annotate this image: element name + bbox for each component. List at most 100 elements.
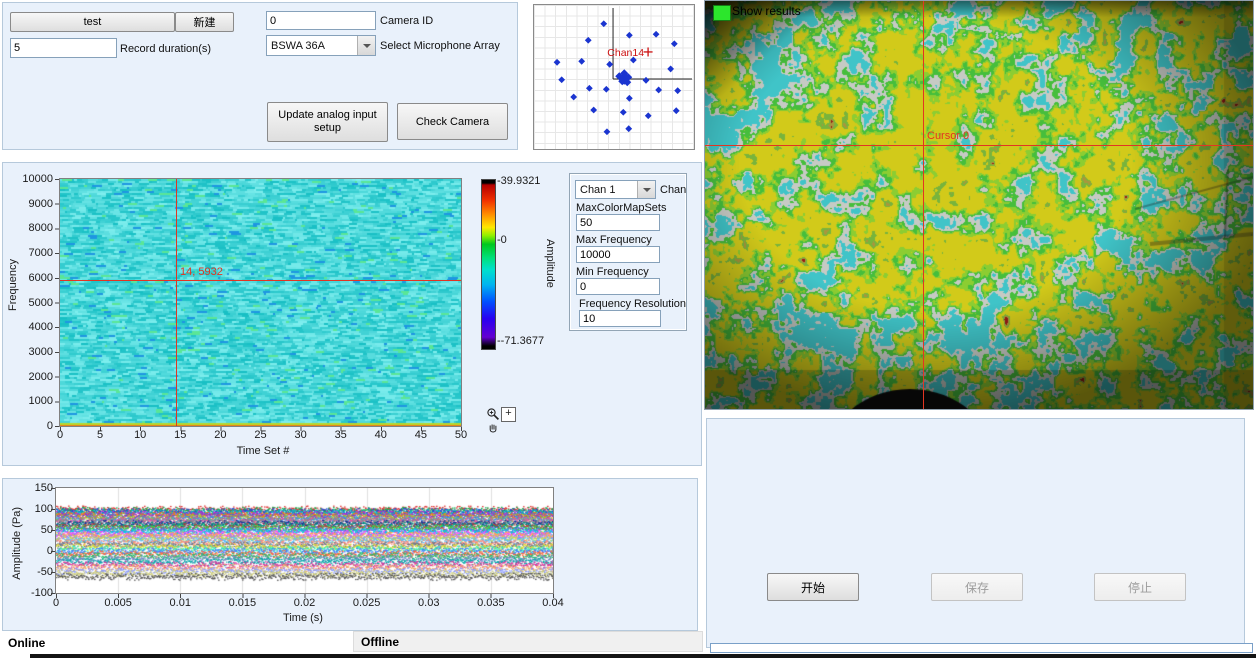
spectrogram-cursor-label: 14, 5932: [180, 266, 223, 278]
check-camera-button[interactable]: Check Camera: [397, 103, 508, 140]
mic-dot: [643, 77, 650, 84]
mic-dot: [578, 58, 585, 65]
waveform-y-tick-label: 100: [5, 503, 53, 515]
waveform-x-tick-label: 0: [28, 597, 84, 609]
mic-dot: [604, 128, 611, 135]
record-duration-input[interactable]: [10, 38, 117, 58]
mic-dot: [645, 112, 652, 119]
waveform-x-tick-label: 0.01: [152, 597, 208, 609]
chan-select[interactable]: Chan 1: [575, 180, 656, 199]
mic-dot: [600, 20, 607, 27]
chevron-down-icon[interactable]: [637, 181, 655, 198]
maxcolormapsets-input[interactable]: [576, 214, 660, 231]
mic-dot: [653, 31, 660, 38]
mic-dot: [558, 76, 565, 83]
waveform-y-tick-label: 50: [5, 524, 53, 536]
record-duration-label: Record duration(s): [120, 43, 211, 55]
camera-id-input[interactable]: [266, 11, 376, 30]
camera-cursor-hline[interactable]: [705, 145, 1253, 146]
spectrogram-y-tick-label: 9000: [5, 198, 53, 210]
mic-array-select[interactable]: BSWA 36A: [266, 35, 376, 56]
mic-dot: [585, 37, 592, 44]
waveform-x-tick-label: 0.025: [339, 597, 395, 609]
mic-array-plot: Chan14: [533, 4, 695, 150]
mic-dot: [603, 86, 610, 93]
mic-dot: [586, 85, 593, 92]
session-name-button[interactable]: test: [10, 12, 175, 32]
camera-image-canvas: [705, 1, 1253, 409]
update-analog-input-button[interactable]: Update analog input setup: [267, 102, 388, 142]
colorbar-mid-label: -0: [497, 234, 507, 246]
config-panel: test 新建 Record duration(s) Camera ID BSW…: [2, 2, 518, 150]
mic-dot: [673, 107, 680, 114]
mic-array-scatter: Chan14: [534, 5, 694, 149]
chan-select-value: Chan 1: [576, 184, 637, 196]
zoom-tool-icon[interactable]: [485, 406, 500, 421]
spectrogram-y-tick-label: 5000: [5, 297, 53, 309]
min-frequency-label: Min Frequency: [576, 266, 649, 278]
waveform-x-tick-label: 0.04: [525, 597, 581, 609]
pan-hand-icon[interactable]: [486, 421, 501, 436]
max-frequency-label: Max Frequency: [576, 234, 652, 246]
taskbar-edge: [30, 654, 1256, 658]
spectrogram-y-tick-label: 8000: [5, 222, 53, 234]
spectrogram-cursor-vline[interactable]: [176, 179, 177, 426]
camera-view: Cursor 0 Show results: [704, 0, 1254, 410]
spectrogram-settings-cluster: Chan 1 Chan MaxColorMapSets Max Frequenc…: [569, 173, 687, 331]
mic-dot: [606, 61, 613, 68]
camera-cursor-vline[interactable]: [923, 1, 924, 409]
maxcolormapsets-label: MaxColorMapSets: [576, 202, 666, 214]
spectrogram-y-tick-label: 1000: [5, 395, 53, 407]
waveform-x-tick-label: 0.03: [401, 597, 457, 609]
spectrogram-y-tick-label: 7000: [5, 247, 53, 259]
waveform-panel: Amplitude (Pa) -100-50050100150 00.0050.…: [2, 478, 698, 631]
amplitude-colorbar: [481, 179, 496, 350]
spectrogram-y-tick-label: 6000: [5, 272, 53, 284]
mic-dot: [625, 125, 632, 132]
camera-cursor-label: Cursor 0: [927, 130, 969, 142]
waveform-plot: [55, 487, 554, 594]
spectrogram-x-tick-label: 50: [433, 429, 489, 441]
spectrogram-cursor-hline[interactable]: [60, 280, 461, 281]
show-results-indicator[interactable]: [713, 5, 731, 21]
acoustic-camera-app: test 新建 Record duration(s) Camera ID BSW…: [0, 0, 1256, 658]
crosshair-tool-icon[interactable]: +: [501, 407, 516, 422]
save-button[interactable]: 保存: [931, 573, 1023, 601]
waveform-xlabel: Time (s): [233, 612, 373, 624]
stop-button[interactable]: 停止: [1094, 573, 1186, 601]
start-button[interactable]: 开始: [767, 573, 859, 601]
frequency-resolution-input[interactable]: [579, 310, 661, 327]
mic-dot: [620, 109, 627, 116]
waveform-x-tick-label: 0.015: [214, 597, 270, 609]
mic-dot: [626, 95, 633, 102]
mic-dot: [655, 87, 662, 94]
camera-id-label: Camera ID: [380, 15, 433, 27]
colorbar-title: Amplitude: [544, 239, 556, 288]
offline-status-label: Offline: [361, 635, 399, 649]
spectrogram-panel: Frequency 010002000300040005000600070008…: [2, 162, 702, 466]
mic-dot: [554, 59, 561, 66]
status-field: [710, 643, 1253, 653]
online-status-label: Online: [8, 636, 45, 650]
spectrogram-xlabel: Time Set #: [183, 445, 343, 457]
colorbar-min-label: --71.3677: [497, 335, 544, 347]
frequency-resolution-label: Frequency Resolution: [579, 298, 686, 310]
waveform-x-tick-label: 0.005: [90, 597, 146, 609]
waveform-canvas: [56, 488, 553, 593]
mic-array-label: Select Microphone Array: [380, 40, 500, 52]
chevron-down-icon[interactable]: [357, 36, 375, 55]
show-results-label: Show results: [732, 4, 801, 18]
waveform-y-tick-label: 150: [5, 482, 53, 494]
waveform-x-tick-label: 0.035: [463, 597, 519, 609]
spectrogram-plot: [59, 178, 462, 427]
colorbar-max-label: -39.9321: [497, 175, 540, 187]
spectrogram-y-tick-label: 10000: [5, 173, 53, 185]
min-frequency-input[interactable]: [576, 278, 660, 295]
max-frequency-input[interactable]: [576, 246, 660, 263]
spectrogram-y-tick-label: 3000: [5, 346, 53, 358]
spectrogram-y-tick-label: 4000: [5, 321, 53, 333]
waveform-y-tick-label: -50: [5, 566, 53, 578]
new-session-button[interactable]: 新建: [175, 12, 234, 32]
spectrogram-y-tick-label: 2000: [5, 371, 53, 383]
offline-status-box: Offline: [353, 631, 703, 652]
